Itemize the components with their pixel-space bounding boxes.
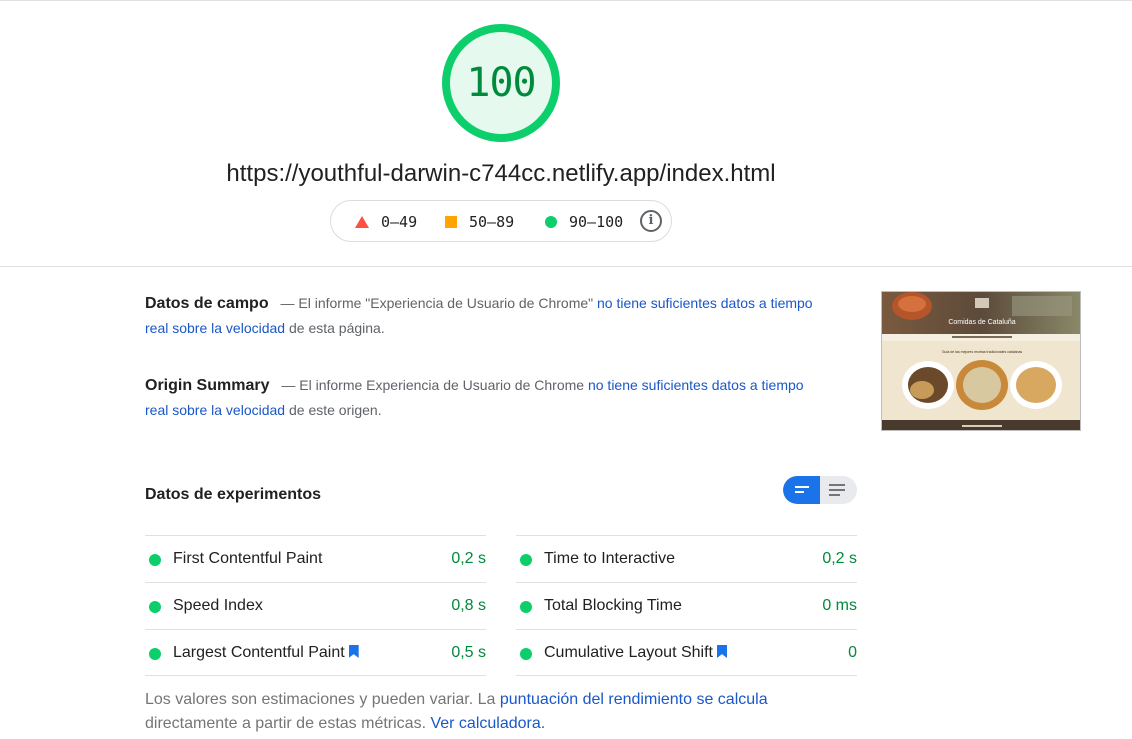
note-text-1: Los valores son estimaciones y pueden va… bbox=[145, 691, 496, 708]
metric-name: Speed Index bbox=[173, 597, 263, 614]
compact-view-button[interactable] bbox=[783, 476, 820, 504]
pass-circle-icon bbox=[520, 648, 532, 660]
pass-circle-icon bbox=[520, 554, 532, 566]
origin-summary-title: Origin Summary bbox=[145, 377, 270, 394]
metrics-view-toggle[interactable] bbox=[783, 476, 857, 504]
note-text-2: directamente a partir de estas métricas. bbox=[145, 715, 427, 732]
field-data-suffix: de esta página. bbox=[288, 320, 385, 336]
legend-pass: 90–100 bbox=[545, 213, 623, 231]
list-view-icon bbox=[829, 484, 845, 499]
metric-value: 0,2 s bbox=[451, 550, 486, 567]
metric-name: First Contentful Paint bbox=[173, 550, 323, 567]
field-data-prefix: — El informe "Experiencia de Usuario de … bbox=[280, 295, 594, 311]
legend-pass-label: 90–100 bbox=[569, 213, 624, 231]
metric-value: 0 bbox=[848, 644, 857, 661]
field-data-section: Datos de campo — El informe "Experiencia… bbox=[145, 291, 825, 341]
field-data-title: Datos de campo bbox=[145, 295, 269, 312]
metric-time-to-interactive[interactable]: Time to Interactive 0,2 s bbox=[516, 535, 857, 582]
estimates-note: Los valores son estimaciones y pueden va… bbox=[145, 688, 845, 736]
metric-value: 0,2 s bbox=[822, 550, 857, 567]
metric-value: 0,8 s bbox=[451, 597, 486, 614]
page-url: https://youthful-darwin-c744cc.netlify.a… bbox=[226, 160, 776, 187]
metric-total-blocking-time[interactable]: Total Blocking Time 0 ms bbox=[516, 582, 857, 629]
metric-speed-index[interactable]: Speed Index 0,8 s bbox=[145, 582, 486, 629]
circle-icon bbox=[545, 216, 557, 228]
metric-first-contentful-paint[interactable]: First Contentful Paint 0,2 s bbox=[145, 535, 486, 582]
screenshot-subheading: Guía de las mejores recetas tradicionale… bbox=[942, 350, 1023, 354]
metric-name: Total Blocking Time bbox=[544, 597, 682, 614]
bookmark-icon bbox=[716, 645, 727, 658]
metrics-column-left: First Contentful Paint 0,2 s Speed Index… bbox=[145, 535, 486, 676]
list-view-button[interactable] bbox=[820, 476, 857, 504]
origin-summary-prefix: — El informe Experiencia de Usuario de C… bbox=[281, 377, 585, 393]
metric-name: Cumulative Layout Shift bbox=[544, 644, 727, 662]
section-divider bbox=[0, 266, 1132, 267]
metric-value: 0,5 s bbox=[451, 644, 486, 661]
screenshot-heading: Comidas de Cataluña bbox=[948, 319, 1015, 326]
final-screenshot-thumbnail[interactable]: Comidas de Cataluña Guía de las mejores … bbox=[881, 291, 1081, 431]
pass-circle-icon bbox=[149, 554, 161, 566]
legend-fail: 0–49 bbox=[355, 213, 417, 231]
origin-summary-suffix: de este origen. bbox=[288, 402, 382, 418]
bookmark-icon bbox=[348, 645, 359, 658]
metrics-column-right: Time to Interactive 0,2 s Total Blocking… bbox=[516, 535, 857, 676]
compact-view-icon bbox=[795, 486, 809, 496]
pass-circle-icon bbox=[520, 601, 532, 613]
score-calculation-link[interactable]: puntuación del rendimiento se calcula bbox=[500, 691, 768, 708]
origin-summary-section: Origin Summary — El informe Experiencia … bbox=[145, 373, 825, 423]
metric-name: Largest Contentful Paint bbox=[173, 644, 359, 662]
screenshot-image: Comidas de Cataluña Guía de las mejores … bbox=[882, 292, 1080, 430]
pass-circle-icon bbox=[149, 648, 161, 660]
legend-average: 50–89 bbox=[445, 213, 514, 231]
metric-largest-contentful-paint[interactable]: Largest Contentful Paint 0,5 s bbox=[145, 629, 486, 676]
performance-score-gauge: 100 bbox=[440, 22, 562, 144]
lab-data-title: Datos de experimentos bbox=[145, 486, 322, 503]
info-icon[interactable]: i bbox=[640, 210, 662, 232]
legend-fail-label: 0–49 bbox=[381, 213, 418, 231]
top-border bbox=[0, 0, 1132, 1]
metric-name: Time to Interactive bbox=[544, 550, 676, 567]
score-value: 100 bbox=[466, 60, 536, 106]
legend-average-label: 50–89 bbox=[469, 213, 515, 231]
metric-value: 0 ms bbox=[822, 597, 857, 614]
pass-circle-icon bbox=[149, 601, 161, 613]
calculator-link[interactable]: Ver calculadora. bbox=[430, 715, 545, 732]
score-legend: 0–49 50–89 90–100 i bbox=[330, 200, 672, 242]
metric-cumulative-layout-shift[interactable]: Cumulative Layout Shift 0 bbox=[516, 629, 857, 676]
square-icon bbox=[445, 216, 457, 228]
triangle-icon bbox=[355, 216, 369, 228]
